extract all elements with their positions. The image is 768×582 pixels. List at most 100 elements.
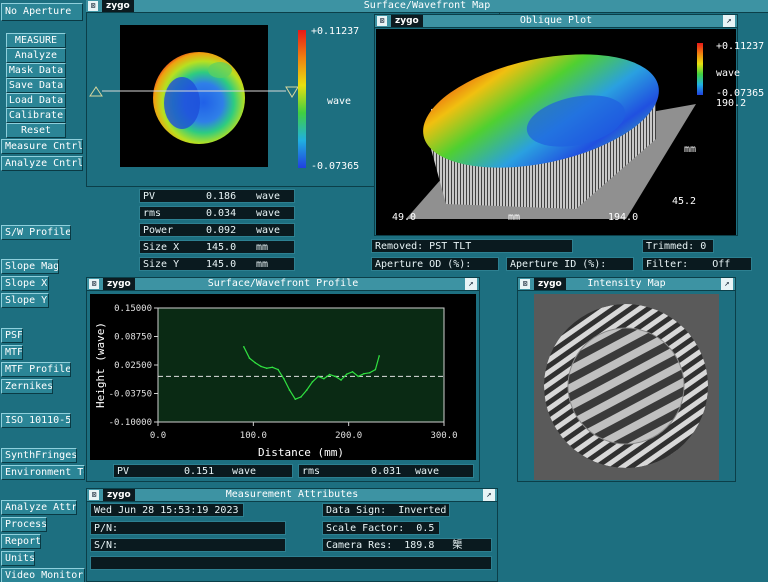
zernikes-button[interactable]: Zernikes: [1, 379, 53, 394]
oblique-scale-unit: wave: [716, 68, 741, 79]
stat-label: Size Y: [143, 259, 180, 270]
sidebar-button-save-data[interactable]: Save Data: [6, 78, 66, 93]
sidebar-button-reset[interactable]: Reset: [6, 123, 66, 138]
sidebar-button-analyze[interactable]: Analyze: [6, 48, 66, 63]
measure-cntrl-button[interactable]: Measure Cntrl: [1, 139, 83, 154]
stat-unit: wave: [256, 191, 281, 202]
attributes-titlebar[interactable]: ⊠ zygo Measurement Attributes ↗: [87, 489, 497, 502]
slope-y-button[interactable]: Slope Y: [1, 293, 49, 308]
profile-point: [328, 373, 331, 376]
profile-point: [305, 389, 308, 391]
stat-pv: PV 0.186 wave: [139, 189, 295, 203]
oblique-x-unit: mm: [508, 212, 521, 223]
window-title: Intensity Map: [587, 278, 666, 289]
map-scale-min: -0.07365: [311, 161, 360, 172]
y-tick-label: 0.15000: [114, 304, 152, 314]
environment-button[interactable]: Environment Te: [1, 465, 85, 480]
analyze-attr-button[interactable]: Analyze Attr: [1, 500, 77, 515]
close-icon[interactable]: ⊠: [377, 16, 387, 26]
profile-line[interactable]: [88, 86, 302, 98]
stat-value: 0.092: [206, 225, 237, 236]
sn-field[interactable]: S/N:: [90, 538, 286, 552]
profile-point: [294, 398, 297, 400]
measurement-date: Wed Jun 28 15:53:19 2023: [90, 503, 244, 517]
profile-titlebar[interactable]: ⊠ zygo Surface/Wavefront Profile ↗: [87, 278, 479, 291]
zygo-logo: zygo: [102, 0, 134, 12]
psf-button[interactable]: PSF: [1, 328, 23, 343]
pn-field[interactable]: P/N:: [90, 521, 286, 535]
plot-frame: [157, 307, 445, 423]
profile-point: [300, 396, 302, 398]
stat-label: Power: [143, 225, 174, 236]
profile-pv-field: PV 0.151 wave: [113, 464, 293, 478]
intensity-titlebar[interactable]: ⊠ zygo Intensity Map ↗: [518, 278, 735, 291]
oblique-x-min: 49.0: [392, 212, 417, 223]
window-title: Surface/Wavefront Profile: [207, 278, 359, 289]
notes-field[interactable]: [90, 556, 492, 570]
stat-unit: mm: [256, 259, 269, 270]
pin-icon[interactable]: ↗: [723, 15, 735, 27]
profile-pv-unit: wave: [232, 466, 257, 477]
oblique-color-scale: [697, 43, 703, 95]
sidebar-button-mask-data[interactable]: Mask Data: [6, 63, 66, 78]
aperture-id-field: Aperture ID (%):: [506, 257, 634, 271]
sidebar-button-load-data[interactable]: Load Data: [6, 93, 66, 108]
y-tick-label: 0.08750: [114, 333, 152, 343]
pin-icon[interactable]: ↗: [483, 489, 495, 501]
x-tick-label: 100.0: [240, 431, 267, 441]
iso-10110-button[interactable]: ISO 10110-5: [1, 413, 71, 428]
slope-mag-button[interactable]: Slope Mag: [1, 259, 59, 274]
profile-point: [363, 372, 365, 375]
sidebar-button-calibrate[interactable]: Calibrate: [6, 108, 66, 123]
oblique-titlebar[interactable]: ⊠ zygo Oblique Plot ↗: [375, 15, 737, 28]
surface-map-titlebar[interactable]: ⊠ zygo Surface/Wavefront Map: [86, 0, 768, 13]
pin-icon[interactable]: ↗: [465, 278, 477, 290]
report-button[interactable]: Report: [1, 534, 41, 549]
sidebar-button-measure[interactable]: MEASURE: [6, 33, 66, 48]
analyze-cntrl-button[interactable]: Analyze Cntrl: [1, 156, 83, 171]
profile-point: [248, 357, 251, 359]
stat-value: 145.0: [206, 242, 237, 253]
map-scale-max: +0.11237: [311, 26, 360, 37]
profile-point: [345, 373, 348, 375]
map-color-scale: [298, 30, 306, 168]
process-button[interactable]: Process: [1, 517, 47, 532]
stat-size-x: Size X 145.0 mm: [139, 240, 295, 254]
removed-field: Removed: PST TLT: [371, 239, 573, 253]
close-icon[interactable]: ⊠: [520, 279, 530, 289]
profile-point: [265, 367, 268, 369]
close-icon[interactable]: ⊠: [89, 279, 99, 289]
stat-label: PV: [143, 191, 156, 202]
sw-profile-button[interactable]: S/W Profile: [1, 225, 71, 240]
profile-point: [277, 368, 279, 371]
trimmed-field: Trimmed: 0: [642, 239, 714, 253]
profile-rms-field: rms 0.031 wave: [298, 464, 474, 478]
oblique-y-min: 45.2: [672, 196, 697, 207]
profile-pv-label: PV: [117, 466, 130, 477]
filter-field: Filter: Off: [642, 257, 752, 271]
mtf-profile-button[interactable]: MTF Profile: [1, 362, 71, 377]
y-tick-label: -0.10000: [109, 418, 152, 428]
window-title: Oblique Plot: [519, 15, 593, 26]
aperture-od-field: Aperture OD (%):: [371, 257, 499, 271]
profile-point: [357, 375, 360, 378]
oblique-x-max: 194.0: [608, 212, 639, 223]
intensity-image: [534, 294, 719, 480]
slope-x-button[interactable]: Slope X: [1, 276, 49, 291]
pin-icon[interactable]: ↗: [721, 278, 733, 290]
profile-point: [323, 377, 325, 380]
units-button[interactable]: Units: [1, 551, 35, 566]
profile-point: [260, 365, 262, 368]
profile-point: [311, 381, 314, 383]
scale-factor-field: Scale Factor: 0.5: [322, 521, 440, 535]
close-icon[interactable]: ⊠: [89, 490, 99, 500]
profile-point: [271, 366, 274, 369]
aperture-button[interactable]: No Aperture: [1, 3, 83, 21]
profile-plot-area: 0.15000 0.08750 0.02500 -0.03750 -0.10000 0.0…: [90, 294, 476, 460]
profile-window: ⊠ zygo Surface/Wavefront Profile ↗ 0.150…: [86, 277, 480, 482]
window-title: Measurement Attributes: [225, 489, 359, 500]
video-monitor-button[interactable]: Video Monitor: [1, 568, 85, 582]
mtf-button[interactable]: MTF: [1, 345, 23, 360]
close-icon[interactable]: ⊠: [88, 1, 98, 11]
synthfringes-button[interactable]: SynthFringes: [1, 448, 77, 463]
